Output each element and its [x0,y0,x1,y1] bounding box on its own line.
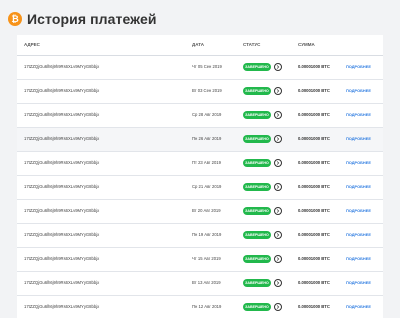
payment-status: ЗАВЕРШЕНО [243,110,282,120]
table-body: 17tZZQjGu6lh6j9h9Rs6XLv9MYyG8bbjx Чт 05 … [17,56,383,318]
details-link[interactable]: ПОДРОБНЕЕ [346,184,371,190]
payment-address: 17tZZQjGu6lh6j9h9Rs6XLv9MYyG8bbjx [24,160,100,165]
payment-status: ЗАВЕРШЕНО [243,230,282,240]
payment-amount: 0.00001000 BTC [298,208,330,213]
status-badge: ЗАВЕРШЕНО [243,87,271,95]
payment-amount: 0.00001000 BTC [298,304,330,309]
details-link[interactable]: ПОДРОБНЕЕ [346,160,371,166]
payment-amount: 0.00001000 BTC [298,88,330,93]
details-link[interactable]: ПОДРОБНЕЕ [346,232,371,238]
payment-amount: 0.00001000 BTC [298,136,330,141]
payment-date: Вт 13 Авг 2019 [192,280,221,285]
details-link[interactable]: ПОДРОБНЕЕ [346,280,371,286]
details-link[interactable]: ПОДРОБНЕЕ [346,88,371,94]
payment-status: ЗАВЕРШЕНО [243,302,282,312]
table-header: АДРЕС ДАТА СТАТУС СУММА [17,35,383,56]
date-column-header: ДАТА [192,42,204,47]
table-row: 17tZZQjGu6lh6j9h9Rs6XLv9MYyG8bbjx Ср 21 … [17,176,383,200]
status-column-header: СТАТУС [243,42,261,47]
payments-table: АДРЕС ДАТА СТАТУС СУММА 17tZZQjGu6lh6j9h… [17,35,383,318]
details-link[interactable]: ПОДРОБНЕЕ [346,208,371,214]
payment-amount: 0.00001000 BTC [298,184,330,189]
chevron-right-circle-icon[interactable] [274,207,282,215]
payment-date: Пн 12 Авг 2019 [192,304,222,309]
table-row: 17tZZQjGu6lh6j9h9Rs6XLv9MYyG8bbjx Ср 28 … [17,104,383,128]
payment-address: 17tZZQjGu6lh6j9h9Rs6XLv9MYyG8bbjx [24,208,100,213]
table-row: 17tZZQjGu6lh6j9h9Rs6XLv9MYyG8bbjx Пн 19 … [17,224,383,248]
payment-amount: 0.00001000 BTC [298,160,330,165]
payment-address: 17tZZQjGu6lh6j9h9Rs6XLv9MYyG8bbjx [24,136,100,141]
page-header: ₿ История платежей [8,8,157,30]
payment-date: Чт 15 Авг 2019 [192,256,221,261]
table-row: 17tZZQjGu6lh6j9h9Rs6XLv9MYyG8bbjx Вт 13 … [17,272,383,296]
payment-address: 17tZZQjGu6lh6j9h9Rs6XLv9MYyG8bbjx [24,88,100,93]
chevron-right-circle-icon[interactable] [274,255,282,263]
status-badge: ЗАВЕРШЕНО [243,279,271,287]
payment-status: ЗАВЕРШЕНО [243,134,282,144]
details-link[interactable]: ПОДРОБНЕЕ [346,64,371,70]
payment-status: ЗАВЕРШЕНО [243,206,282,216]
payment-status: ЗАВЕРШЕНО [243,278,282,288]
payment-address: 17tZZQjGu6lh6j9h9Rs6XLv9MYyG8bbjx [24,232,100,237]
table-row: 17tZZQjGu6lh6j9h9Rs6XLv9MYyG8bbjx Вт 20 … [17,200,383,224]
bitcoin-icon: ₿ [8,12,22,26]
payment-date: Вт 03 Сен 2019 [192,88,222,93]
status-badge: ЗАВЕРШЕНО [243,63,271,71]
chevron-right-circle-icon[interactable] [274,87,282,95]
page-title: История платежей [27,11,157,27]
payment-status: ЗАВЕРШЕНО [243,62,282,72]
payment-date: Пн 26 Авг 2019 [192,136,222,141]
table-row: 17tZZQjGu6lh6j9h9Rs6XLv9MYyG8bbjx Пт 23 … [17,152,383,176]
payment-address: 17tZZQjGu6lh6j9h9Rs6XLv9MYyG8bbjx [24,280,100,285]
status-badge: ЗАВЕРШЕНО [243,159,271,167]
payment-date: Пт 23 Авг 2019 [192,160,221,165]
payment-address: 17tZZQjGu6lh6j9h9Rs6XLv9MYyG8bbjx [24,112,100,117]
payment-status: ЗАВЕРШЕНО [243,182,282,192]
status-badge: ЗАВЕРШЕНО [243,207,271,215]
details-link[interactable]: ПОДРОБНЕЕ [346,304,371,310]
payment-status: ЗАВЕРШЕНО [243,86,282,96]
payment-amount: 0.00001000 BTC [298,64,330,69]
payment-address: 17tZZQjGu6lh6j9h9Rs6XLv9MYyG8bbjx [24,256,100,261]
chevron-right-circle-icon[interactable] [274,231,282,239]
payment-date: Ср 28 Авг 2019 [192,112,222,117]
status-badge: ЗАВЕРШЕНО [243,303,271,311]
payment-address: 17tZZQjGu6lh6j9h9Rs6XLv9MYyG8bbjx [24,184,100,189]
chevron-right-circle-icon[interactable] [274,303,282,311]
chevron-right-circle-icon[interactable] [274,135,282,143]
payment-status: ЗАВЕРШЕНО [243,158,282,168]
table-row: 17tZZQjGu6lh6j9h9Rs6XLv9MYyG8bbjx Пн 26 … [17,128,383,152]
payment-address: 17tZZQjGu6lh6j9h9Rs6XLv9MYyG8bbjx [24,64,100,69]
payment-address: 17tZZQjGu6lh6j9h9Rs6XLv9MYyG8bbjx [24,304,100,309]
payment-date: Чт 05 Сен 2019 [192,64,222,69]
status-badge: ЗАВЕРШЕНО [243,255,271,263]
details-link[interactable]: ПОДРОБНЕЕ [346,136,371,142]
chevron-right-circle-icon[interactable] [274,183,282,191]
status-badge: ЗАВЕРШЕНО [243,231,271,239]
address-column-header: АДРЕС [24,42,40,47]
table-row: 17tZZQjGu6lh6j9h9Rs6XLv9MYyG8bbjx Чт 05 … [17,56,383,80]
payment-status: ЗАВЕРШЕНО [243,254,282,264]
chevron-right-circle-icon[interactable] [274,279,282,287]
payment-amount: 0.00001000 BTC [298,280,330,285]
details-link[interactable]: ПОДРОБНЕЕ [346,256,371,262]
payment-history-page: ₿ История платежей АДРЕС ДАТА СТАТУС СУМ… [0,0,400,318]
status-badge: ЗАВЕРШЕНО [243,135,271,143]
payment-date: Пн 19 Авг 2019 [192,232,222,237]
payment-date: Вт 20 Авг 2019 [192,208,221,213]
status-badge: ЗАВЕРШЕНО [243,111,271,119]
table-row: 17tZZQjGu6lh6j9h9Rs6XLv9MYyG8bbjx Чт 15 … [17,248,383,272]
table-row: 17tZZQjGu6lh6j9h9Rs6XLv9MYyG8bbjx Вт 03 … [17,80,383,104]
payment-date: Ср 21 Авг 2019 [192,184,222,189]
payment-amount: 0.00001000 BTC [298,256,330,261]
payment-amount: 0.00001000 BTC [298,112,330,117]
status-badge: ЗАВЕРШЕНО [243,183,271,191]
chevron-right-circle-icon[interactable] [274,111,282,119]
details-link[interactable]: ПОДРОБНЕЕ [346,112,371,118]
amount-column-header: СУММА [298,42,315,47]
payment-amount: 0.00001000 BTC [298,232,330,237]
chevron-right-circle-icon[interactable] [274,63,282,71]
table-row: 17tZZQjGu6lh6j9h9Rs6XLv9MYyG8bbjx Пн 12 … [17,296,383,318]
chevron-right-circle-icon[interactable] [274,159,282,167]
